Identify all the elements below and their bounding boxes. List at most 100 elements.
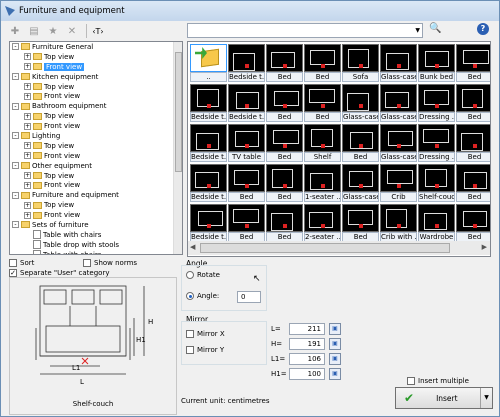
- furniture-item[interactable]: Crib with ...: [380, 204, 417, 242]
- furniture-item[interactable]: Bed: [266, 44, 303, 82]
- grid-scrollbar-thumb[interactable]: [200, 243, 450, 253]
- collapse-icon[interactable]: -: [12, 162, 19, 170]
- tree-item[interactable]: - Bathroom equipment: [10, 101, 182, 111]
- copy-icon[interactable]: ▤: [26, 23, 42, 39]
- tree-item[interactable]: - Other equipment: [10, 161, 182, 171]
- tree-item[interactable]: - Furniture and equipment: [10, 190, 182, 200]
- insert-multiple-checkbox[interactable]: Insert multiple: [407, 377, 469, 385]
- category-tree[interactable]: - Furniture General + Top view + Front view - K…: [9, 41, 183, 255]
- collapse-icon[interactable]: -: [12, 191, 19, 199]
- angle-radio[interactable]: Angle:: [186, 292, 219, 300]
- furniture-item[interactable]: 2-seater ...: [304, 204, 341, 242]
- mirror-y-checkbox[interactable]: Mirror Y: [186, 346, 224, 354]
- furniture-item[interactable]: Bed: [266, 84, 303, 122]
- insert-dropdown-icon[interactable]: ▼: [480, 388, 492, 408]
- tree-scrollbar-thumb[interactable]: [175, 52, 182, 172]
- dimension-input[interactable]: 106: [289, 353, 325, 365]
- angle-radio-dot[interactable]: [186, 292, 194, 300]
- scroll-left-icon[interactable]: ◀: [190, 243, 195, 251]
- insert-button[interactable]: ✔ Insert ▼: [395, 387, 493, 409]
- furniture-item[interactable]: Bed: [456, 204, 490, 242]
- furniture-item[interactable]: Glass-case: [380, 124, 417, 162]
- furniture-item[interactable]: Bedside t...: [228, 84, 265, 122]
- measure-icon[interactable]: ▣: [329, 353, 341, 365]
- mirror-x-checkbox[interactable]: Mirror X: [186, 330, 225, 338]
- furniture-item[interactable]: Bed: [456, 164, 490, 202]
- tree-item[interactable]: + Front view: [10, 91, 182, 101]
- separate-user-checkbox[interactable]: ✓ Separate "User" category: [9, 269, 109, 277]
- furniture-item[interactable]: Glass-case: [342, 84, 379, 122]
- furniture-item[interactable]: 1-seater ...: [304, 164, 341, 202]
- thumbnail-grid[interactable]: .. Bedside t... Bed Bed Sofa Glass-case Bunk b…: [187, 41, 491, 257]
- furniture-item[interactable]: Glass-case: [342, 164, 379, 202]
- expand-icon[interactable]: +: [24, 92, 31, 100]
- furniture-item[interactable]: Bed: [266, 124, 303, 162]
- collapse-icon[interactable]: -: [12, 43, 19, 51]
- delete-icon[interactable]: ✕: [64, 23, 80, 39]
- tree-item[interactable]: + Top view: [10, 141, 182, 151]
- furniture-item[interactable]: TV table: [228, 124, 265, 162]
- tree-item[interactable]: + Front view: [10, 210, 182, 220]
- furniture-item[interactable]: Bedside t...: [228, 44, 265, 82]
- collapse-icon[interactable]: -: [12, 221, 19, 229]
- measure-icon[interactable]: ▣: [329, 338, 341, 350]
- furniture-item[interactable]: Bed: [266, 204, 303, 242]
- dimension-input[interactable]: 211: [289, 323, 325, 335]
- measure-icon[interactable]: ▣: [329, 323, 341, 335]
- tree-item[interactable]: Table with chairs: [10, 250, 182, 254]
- text-icon[interactable]: ‹T›: [90, 23, 106, 39]
- expand-icon[interactable]: +: [24, 172, 31, 180]
- furniture-item[interactable]: Bed: [342, 204, 379, 242]
- tree-item[interactable]: + Front view: [10, 180, 182, 190]
- tree-scrollbar[interactable]: [173, 42, 182, 254]
- show-norms-box[interactable]: [83, 259, 91, 267]
- tree-item[interactable]: + Front view: [10, 62, 182, 72]
- expand-icon[interactable]: +: [24, 152, 31, 160]
- expand-icon[interactable]: +: [24, 63, 31, 71]
- expand-icon[interactable]: +: [24, 201, 31, 209]
- show-norms-checkbox[interactable]: Show norms: [83, 259, 137, 267]
- tree-item[interactable]: + Top view: [10, 82, 182, 92]
- furniture-item[interactable]: ..: [190, 44, 227, 82]
- expand-icon[interactable]: +: [24, 122, 31, 130]
- furniture-item[interactable]: Glass-case: [380, 44, 417, 82]
- tree-item[interactable]: Table drop with stools: [10, 240, 182, 250]
- tree-item[interactable]: - Furniture General: [10, 42, 182, 52]
- tree-item[interactable]: + Top view: [10, 52, 182, 62]
- star-icon[interactable]: ★: [45, 23, 61, 39]
- furniture-item[interactable]: Bed: [342, 124, 379, 162]
- collapse-icon[interactable]: -: [12, 102, 19, 110]
- sort-box[interactable]: [9, 259, 17, 267]
- rotate-radio[interactable]: Rotate: [186, 271, 220, 279]
- add-icon[interactable]: ✚: [7, 23, 23, 39]
- mirror-x-box[interactable]: [186, 330, 194, 338]
- tree-item[interactable]: - Lighting: [10, 131, 182, 141]
- sort-checkbox[interactable]: Sort: [9, 259, 34, 267]
- furniture-item[interactable]: Shelf: [304, 124, 341, 162]
- furniture-item[interactable]: Bed: [228, 164, 265, 202]
- furniture-item[interactable]: Bed: [456, 124, 490, 162]
- expand-icon[interactable]: +: [24, 211, 31, 219]
- expand-icon[interactable]: +: [24, 112, 31, 120]
- expand-icon[interactable]: +: [24, 83, 31, 90]
- tree-item[interactable]: + Front view: [10, 121, 182, 131]
- tree-item[interactable]: + Top view: [10, 171, 182, 181]
- dimension-input[interactable]: 100: [289, 368, 325, 380]
- furniture-item[interactable]: Bunk bed: [418, 44, 455, 82]
- collapse-icon[interactable]: -: [12, 73, 19, 81]
- furniture-item[interactable]: Sofa: [342, 44, 379, 82]
- tree-item[interactable]: - Sets of furniture: [10, 220, 182, 230]
- tree-item[interactable]: Table with chairs: [10, 230, 182, 240]
- furniture-item[interactable]: Crib: [380, 164, 417, 202]
- rotate-radio-dot[interactable]: [186, 271, 194, 279]
- furniture-item[interactable]: Bedside t...: [190, 204, 227, 242]
- furniture-item[interactable]: Dressing ...: [418, 124, 455, 162]
- expand-icon[interactable]: +: [24, 142, 31, 150]
- help-icon[interactable]: ?: [477, 23, 489, 35]
- furniture-item[interactable]: Bedside t...: [190, 124, 227, 162]
- measure-icon[interactable]: ▣: [329, 368, 341, 380]
- expand-icon[interactable]: +: [24, 53, 31, 61]
- expand-icon[interactable]: +: [24, 181, 31, 189]
- furniture-item[interactable]: Bedside t...: [190, 84, 227, 122]
- angle-input[interactable]: 0: [237, 291, 261, 303]
